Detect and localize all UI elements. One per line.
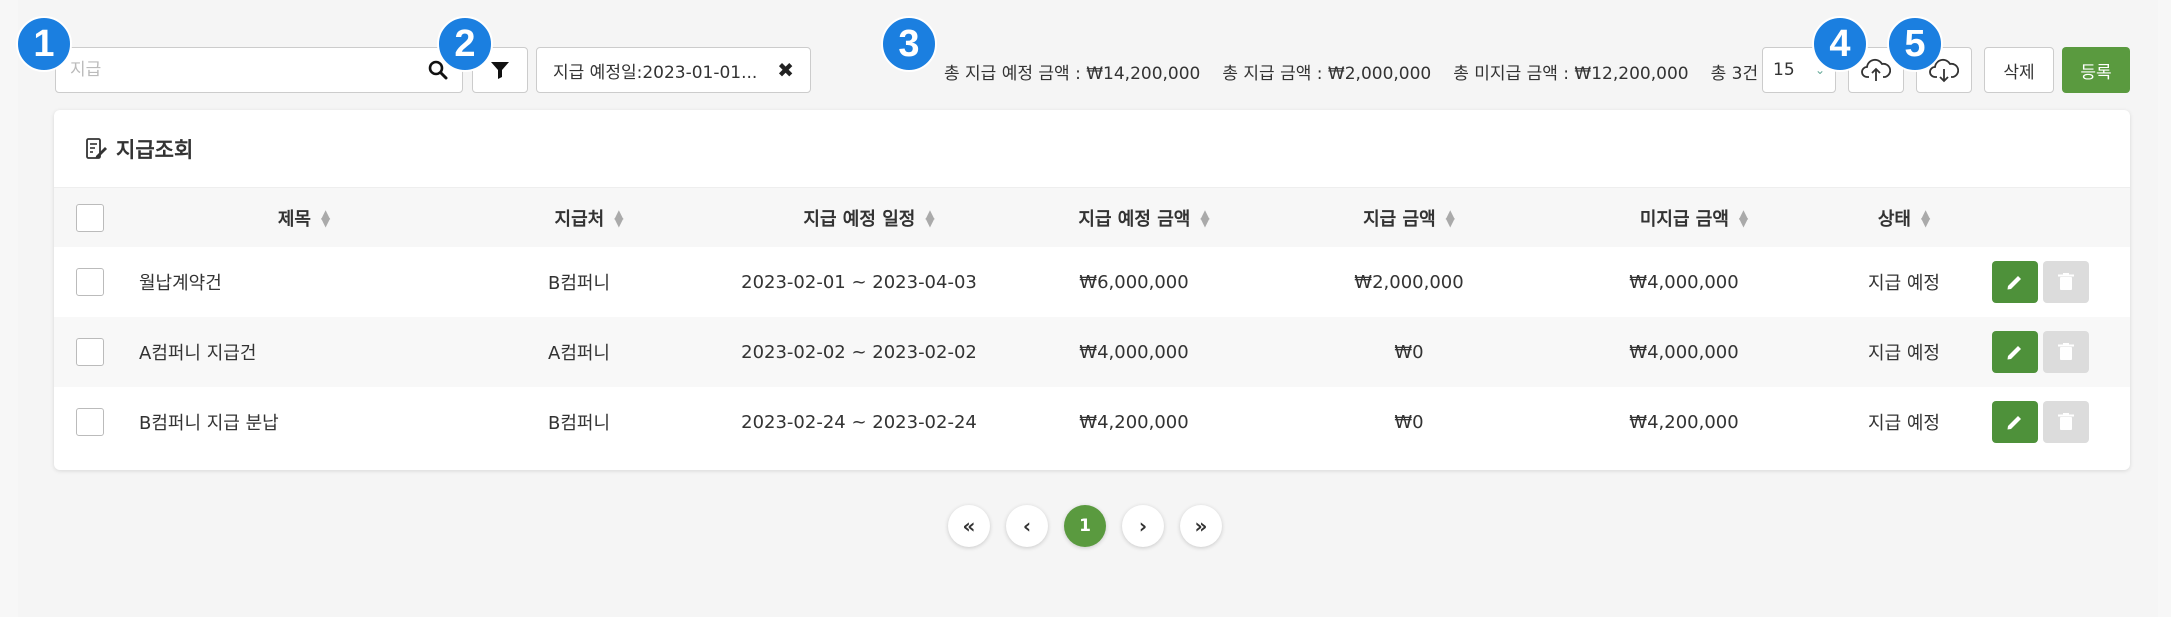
row-schedule: 2023-02-24 ~ 2023-02-24 [741,411,977,433]
total-planned-amount: 총 지급 예정 금액 : ₩14,200,000 [944,64,1201,84]
table-row[interactable]: A컴퍼니 지급건 A컴퍼니 2023-02-02 ~ 2023-02-02 ₩4… [54,317,2130,387]
column-header-label: 지급 예정 금액 [1078,208,1191,230]
next-page-button[interactable]: › [1122,505,1164,547]
total-unpaid-amount: 총 미지급 금액 : ₩12,200,000 [1453,64,1689,84]
row-schedule: 2023-02-02 ~ 2023-02-02 [741,341,977,363]
row-unpaid-amount: ₩4,200,000 [1629,411,1739,433]
close-icon[interactable]: ✖ [777,58,794,82]
row-checkbox[interactable] [76,268,104,296]
filter-chip-date[interactable]: 지급 예정일:2023-01-01... ✖ [536,47,811,93]
row-checkbox[interactable] [76,408,104,436]
row-title[interactable]: B컴퍼니 지급 분납 [139,387,279,457]
total-paid-amount: 총 지급 금액 : ₩2,000,000 [1222,64,1432,84]
column-header-title[interactable]: 제목 ▲ ▼ [174,188,434,247]
document-edit-icon [86,138,107,159]
row-unpaid-amount: ₩4,000,000 [1629,341,1739,363]
sort-icon: ▲ ▼ [1920,206,1931,229]
search-input[interactable] [70,60,428,80]
card-title-text: 지급조회 [116,138,194,162]
pencil-icon [2007,416,2021,430]
row-title[interactable]: A컴퍼니 지급건 [139,317,256,387]
row-planned-amount: ₩4,000,000 [1079,341,1189,363]
annotation-badge-5: 5 [1887,16,1943,72]
annotation-badge-2: 2 [437,16,493,72]
sort-icon: ▲ ▼ [925,206,935,229]
filter-icon [491,62,509,79]
page-1-button[interactable]: 1 [1064,505,1106,547]
row-status: 지급 예정 [1868,273,1940,294]
sort-icon: ▲ ▼ [320,206,331,229]
row-status: 지급 예정 [1868,343,1940,364]
row-paid-amount: ₩0 [1394,341,1424,363]
row-payee: B컴퍼니 [547,273,611,294]
cloud-upload-icon [1861,58,1891,81]
column-header-label: 지급 금액 [1363,208,1436,230]
payment-list-card: 지급조회 제목 ▲ ▼ 지급처 ▲ ▼ 지급 예정 일정 ▲ ▼ 지급 예정 금액 ▲… [54,110,2130,470]
column-header-label: 지급 예정 일정 [803,208,916,230]
edit-button[interactable] [1992,261,2038,303]
select-all-checkbox[interactable] [76,203,104,232]
row-paid-amount: ₩0 [1394,411,1424,433]
summary-bar: 총 지급 예정 금액 : ₩14,200,000 총 지급 금액 : ₩2,00… [944,59,1758,84]
sort-icon: ▲ ▼ [1200,206,1210,229]
column-header-status[interactable]: 상태 ▲ ▼ [1804,188,2004,247]
column-header-label: 지급처 [554,208,605,230]
row-payee: A컴퍼니 [548,343,610,364]
sort-icon: ▲ ▼ [1445,206,1455,229]
first-page-button[interactable]: « [948,505,990,547]
card-title: 지급조회 [84,134,193,164]
total-count: 총 3건 [1710,64,1759,84]
row-status: 지급 예정 [1868,413,1940,434]
page-size-value: 15 [1773,60,1795,80]
column-header-schedule[interactable]: 지급 예정 일정 ▲ ▼ [699,188,1039,247]
row-payee: B컴퍼니 [547,413,611,434]
edit-button[interactable] [1992,401,2038,443]
annotation-badge-4: 4 [1812,16,1868,72]
row-schedule: 2023-02-01 ~ 2023-04-03 [741,271,977,293]
sort-icon: ▲ ▼ [614,206,624,229]
pagination: « ‹ 1 › » [948,505,1222,547]
row-paid-amount: ₩2,000,000 [1354,271,1464,293]
column-header-paid-amount[interactable]: 지급 금액 ▲ ▼ [1274,188,1544,247]
trash-button[interactable] [2043,401,2089,443]
filter-chip-label: 지급 예정일:2023-01-01... [553,62,758,83]
row-checkbox[interactable] [76,338,104,366]
column-header-payee[interactable]: 지급처 ▲ ▼ [469,188,709,247]
sort-icon: ▲ ▼ [1738,206,1749,229]
column-header-unpaid-amount[interactable]: 미지급 금액 ▲ ▼ [1544,188,1844,247]
row-title[interactable]: 월납계약건 [139,247,222,317]
column-header-label: 미지급 금액 [1639,208,1729,230]
prev-page-button[interactable]: ‹ [1006,505,1048,547]
last-page-button[interactable]: » [1180,505,1222,547]
trash-button[interactable] [2043,261,2089,303]
register-button[interactable]: 등록 [2062,47,2130,93]
row-planned-amount: ₩6,000,000 [1079,271,1189,293]
row-unpaid-amount: ₩4,000,000 [1629,271,1739,293]
trash-button[interactable] [2043,331,2089,373]
delete-button[interactable]: 삭제 [1984,47,2054,93]
column-header-label: 제목 [277,208,311,230]
column-header-planned-amount[interactable]: 지급 예정 금액 ▲ ▼ [1009,188,1279,247]
column-header-label: 상태 [1877,208,1911,230]
annotation-badge-3: 3 [881,16,937,72]
trash-icon [2058,273,2074,290]
row-planned-amount: ₩4,200,000 [1079,411,1189,433]
trash-icon [2058,413,2074,430]
trash-icon [2058,343,2074,360]
search-box[interactable] [55,47,463,93]
table-row[interactable]: B컴퍼니 지급 분납 B컴퍼니 2023-02-24 ~ 2023-02-24 … [54,387,2130,457]
pencil-icon [2007,346,2021,360]
annotation-badge-1: 1 [16,16,72,72]
pencil-icon [2007,276,2021,290]
table-row[interactable]: 월납계약건 B컴퍼니 2023-02-01 ~ 2023-04-03 ₩6,00… [54,247,2130,317]
edit-button[interactable] [1992,331,2038,373]
table-header: 제목 ▲ ▼ 지급처 ▲ ▼ 지급 예정 일정 ▲ ▼ 지급 예정 금액 ▲ ▼ 지급 … [54,187,2130,247]
